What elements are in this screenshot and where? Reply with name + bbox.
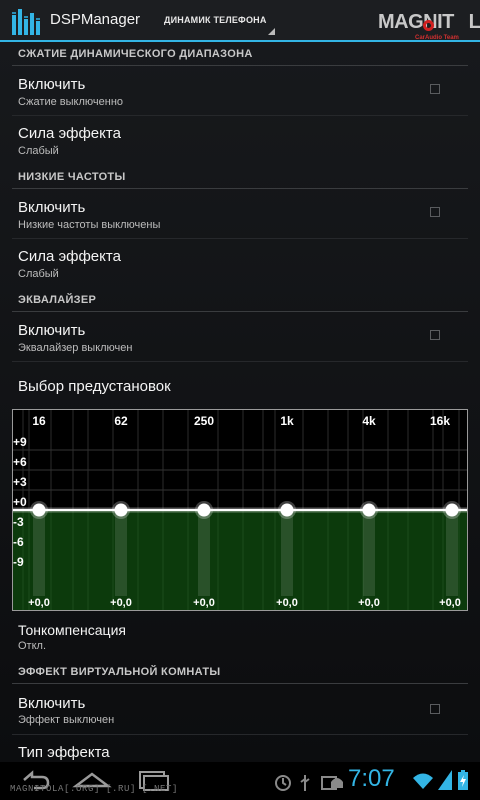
category-virtual-room: ЭФФЕКТ ВИРТУАЛЬНОЙ КОМНАТЫ	[18, 666, 221, 678]
pref-summary: Слабый	[18, 145, 59, 157]
pref-title: Включить	[18, 322, 86, 339]
usb-icon	[300, 775, 310, 791]
band-handle[interactable]	[280, 503, 294, 517]
signal-icon	[438, 770, 452, 790]
band-slider-track	[115, 510, 127, 596]
equalizer-graph[interactable]	[13, 410, 467, 610]
category-bass: НИЗКИЕ ЧАСТОТЫ	[18, 171, 126, 183]
pref-summary: Откл.	[18, 640, 47, 652]
magnitola-logo: MAGNITOLA CarAudio Team	[378, 11, 480, 41]
band-handle[interactable]	[197, 503, 211, 517]
equalizer-checkbox[interactable]	[430, 330, 440, 340]
pref-summary: Слабый	[18, 268, 59, 280]
output-device-spinner[interactable]: ДИНАМИК ТЕЛЕФОНА	[164, 15, 267, 25]
frequency-label: 1k	[280, 414, 294, 428]
band-handle[interactable]	[445, 503, 459, 517]
band-slider-track	[281, 510, 293, 596]
divider	[12, 734, 468, 735]
equalizer-app-icon	[12, 9, 40, 35]
pref-title: Сила эффекта	[18, 248, 121, 265]
app-title: DSPManager	[50, 11, 141, 28]
preference-list[interactable]: СЖАТИЕ ДИНАМИЧЕСКОГО ДИАПАЗОНА Включить …	[0, 42, 480, 762]
gain-label: +3	[13, 475, 27, 489]
pref-summary: Сжатие выключенно	[18, 96, 124, 108]
battery-charging-icon	[458, 770, 468, 790]
pref-title: Включить	[18, 76, 86, 93]
pref-title: Сила эффекта	[18, 125, 121, 142]
pref-summary: Эквалайзер выключен	[18, 342, 133, 354]
status-clock: 7:07	[348, 765, 395, 792]
band-slider-track	[198, 510, 210, 596]
frequency-label: 16k	[429, 414, 451, 428]
category-divider	[12, 683, 468, 684]
band-value-label: +0,0	[110, 597, 132, 609]
divider	[12, 361, 468, 362]
category-equalizer: ЭКВАЛАЙЗЕР	[18, 294, 97, 306]
divider	[12, 238, 468, 239]
category-divider	[12, 188, 468, 189]
spinner-arrow-icon[interactable]	[268, 28, 275, 35]
band-handle[interactable]	[114, 503, 128, 517]
compression-checkbox[interactable]	[430, 84, 440, 94]
band-value-label: +0,0	[193, 597, 215, 609]
wifi-icon	[413, 773, 433, 789]
category-compression: СЖАТИЕ ДИНАМИЧЕСКОГО ДИАПАЗОНА	[18, 48, 253, 60]
band-value-label: +0,0	[358, 597, 380, 609]
gain-label: -9	[13, 555, 24, 569]
gain-label: +6	[13, 455, 27, 469]
sync-icon	[275, 775, 291, 791]
gain-label: -3	[13, 515, 24, 529]
band-slider-track	[446, 510, 458, 596]
band-value-label: +0,0	[276, 597, 298, 609]
gain-label: +9	[13, 435, 27, 449]
bass-checkbox[interactable]	[430, 207, 440, 217]
gain-label: -6	[13, 535, 24, 549]
frequency-label: 16	[32, 414, 46, 428]
frequency-label: 250	[193, 414, 215, 428]
navigation-bar	[0, 762, 480, 800]
logo-ring-icon	[423, 20, 434, 31]
band-value-label: +0,0	[28, 597, 50, 609]
frequency-label: 62	[114, 414, 128, 428]
band-slider-track	[33, 510, 45, 596]
band-handle[interactable]	[32, 503, 46, 517]
gain-label: +0	[13, 495, 27, 509]
action-bar: DSPManager ДИНАМИК ТЕЛЕФОНА MAGNITOLA Ca…	[0, 0, 480, 42]
pref-title: Тип эффекта	[18, 744, 110, 761]
pref-summary: Эффект выключен	[18, 714, 115, 726]
pref-title: Тонкомпенсация	[18, 622, 126, 638]
band-value-label: +0,0	[439, 597, 461, 609]
category-divider	[12, 311, 468, 312]
equalizer-surface[interactable]: 16 62 250 1k 4k 16k +9 +6 +3 +0 -3 -6 -9 +0,0 +0,0 +0…	[12, 409, 468, 611]
band-handle[interactable]	[362, 503, 376, 517]
frequency-label: 4k	[362, 414, 376, 428]
pref-title: Выбор предустановок	[18, 378, 171, 395]
divider	[12, 115, 468, 116]
pref-summary: Низкие частоты выключены	[18, 219, 161, 231]
watermark-text: MAGNITOLA[.ORG] [.RU] [.NET]	[10, 784, 179, 794]
android-debug-icon	[331, 778, 343, 788]
pref-title: Включить	[18, 695, 86, 712]
logo-subtitle: CarAudio Team	[415, 35, 459, 41]
band-slider-track	[363, 510, 375, 596]
category-divider	[12, 65, 468, 66]
pref-title: Включить	[18, 199, 86, 216]
equalizer-fill	[13, 510, 467, 610]
room-effect-checkbox[interactable]	[430, 704, 440, 714]
